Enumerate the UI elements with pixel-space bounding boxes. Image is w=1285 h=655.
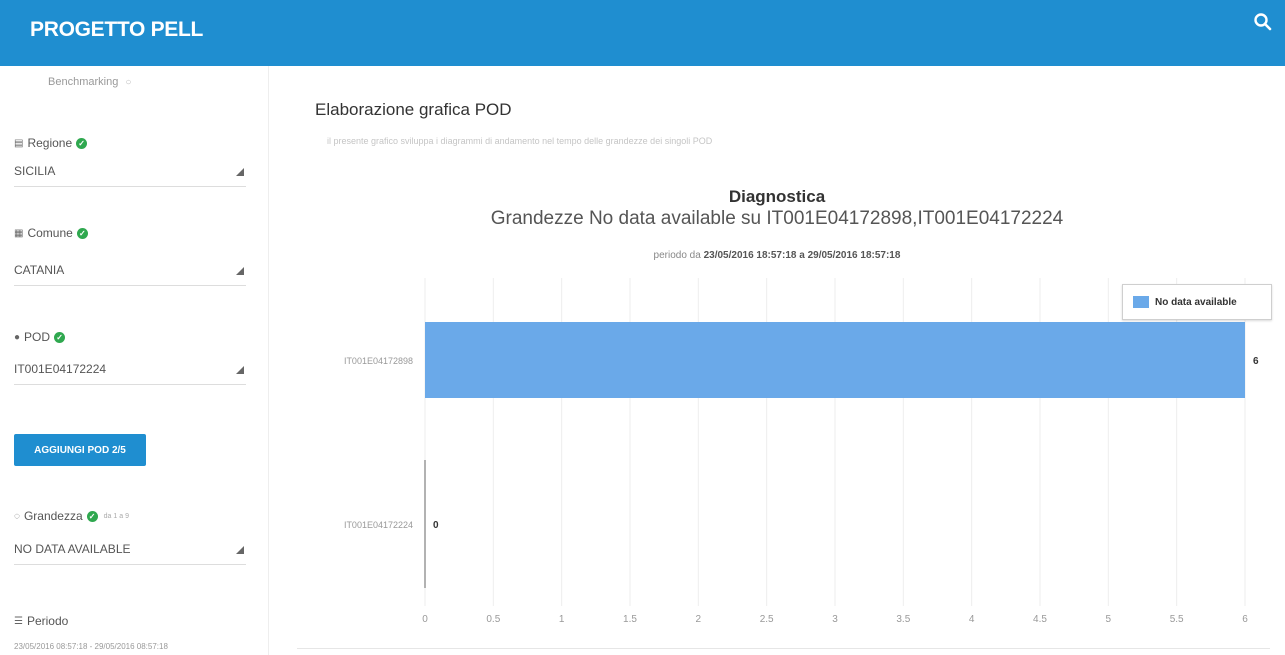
x-tick-label: 2: [696, 614, 702, 625]
regione-label-text: Regione: [27, 136, 73, 150]
x-tick-label: 4.5: [1033, 614, 1047, 625]
legend-label: No data available: [1155, 296, 1237, 308]
x-tick-label: 0: [422, 614, 428, 625]
grandezza-label: ◌ Grandezza ✓ da 1 a 9: [14, 509, 129, 523]
periodo-label: ☰ Periodo: [14, 614, 68, 628]
bar-chart: 0 0.5 1 1.5 2 2.5 3 3.5 4 4.5 5 5.5 6 IT001E04172898 6…: [344, 278, 1259, 625]
dropdown-caret-icon: [236, 366, 244, 374]
calendar-icon: ☰: [14, 615, 23, 627]
y-tick-label: IT001E04172224: [344, 520, 413, 530]
regione-label: ▤ Regione ✓: [14, 136, 88, 150]
info-icon: ○: [125, 77, 132, 88]
grandezza-value: NO DATA AVAILABLE: [14, 542, 131, 556]
x-tick-label: 0.5: [486, 614, 500, 625]
chart-legend[interactable]: No data available: [1122, 284, 1272, 320]
grandezza-note: da 1 a 9: [103, 512, 129, 520]
periodo-range[interactable]: 23/05/2016 08:57:18 - 29/05/2016 08:57:1…: [14, 642, 168, 651]
legend-swatch: [1133, 296, 1149, 308]
divider: [297, 648, 1270, 649]
x-tick-label: 5: [1106, 614, 1112, 625]
app-title[interactable]: PROGETTO PELL: [30, 18, 203, 42]
pod-select[interactable]: IT001E04172224: [14, 358, 246, 385]
check-icon: ✓: [54, 331, 66, 343]
bar: [425, 322, 1245, 398]
map-marker-icon: ●: [14, 331, 21, 343]
main-content: Elaborazione grafica POD il presente gra…: [269, 66, 1285, 655]
benchmarking-label: Benchmarking: [48, 76, 119, 88]
x-tick-label: 3.5: [896, 614, 910, 625]
sidebar: Benchmarking ○ ▤ Regione ✓ SICILIA ▦ Com…: [0, 66, 269, 655]
comune-label-text: Comune: [27, 226, 73, 240]
pod-value: IT001E04172224: [14, 362, 107, 376]
comune-label: ▦ Comune ✓: [14, 226, 88, 240]
x-tick-label: 1.5: [623, 614, 637, 625]
check-icon: ✓: [76, 137, 88, 149]
top-bar: PROGETTO PELL: [0, 0, 1285, 66]
grandezza-label-text: Grandezza: [23, 509, 83, 523]
x-tick-label: 2.5: [760, 614, 774, 625]
check-icon: ✓: [86, 510, 98, 522]
gauge-icon: ◌: [14, 510, 20, 522]
data-label: 6: [1253, 356, 1259, 367]
x-tick-label: 5.5: [1170, 614, 1184, 625]
benchmarking-link[interactable]: Benchmarking ○: [48, 76, 133, 88]
comune-select[interactable]: CATANIA: [14, 259, 246, 286]
pod-label-text: POD: [24, 330, 51, 344]
search-icon[interactable]: [1253, 12, 1273, 32]
map-icon: ▤: [14, 137, 24, 149]
dropdown-caret-icon: [236, 267, 244, 275]
x-tick-label: 1: [559, 614, 565, 625]
comune-value: CATANIA: [14, 263, 65, 277]
periodo-label-text: Periodo: [26, 614, 69, 628]
data-label: 0: [433, 520, 439, 531]
building-icon: ▦: [14, 227, 24, 239]
x-tick-label: 6: [1242, 614, 1248, 625]
add-pod-button[interactable]: AGGIUNGI POD 2/5: [14, 434, 146, 466]
regione-value: SICILIA: [14, 164, 56, 178]
x-tick-label: 3: [832, 614, 838, 625]
check-icon: ✓: [76, 227, 88, 239]
grandezza-select[interactable]: NO DATA AVAILABLE: [14, 538, 246, 565]
y-tick-label: IT001E04172898: [344, 356, 413, 366]
regione-select[interactable]: SICILIA: [14, 160, 246, 187]
x-tick-label: 4: [969, 614, 975, 625]
pod-label: ● POD ✓: [14, 330, 66, 344]
dropdown-caret-icon: [236, 168, 244, 176]
dropdown-caret-icon: [236, 546, 244, 554]
